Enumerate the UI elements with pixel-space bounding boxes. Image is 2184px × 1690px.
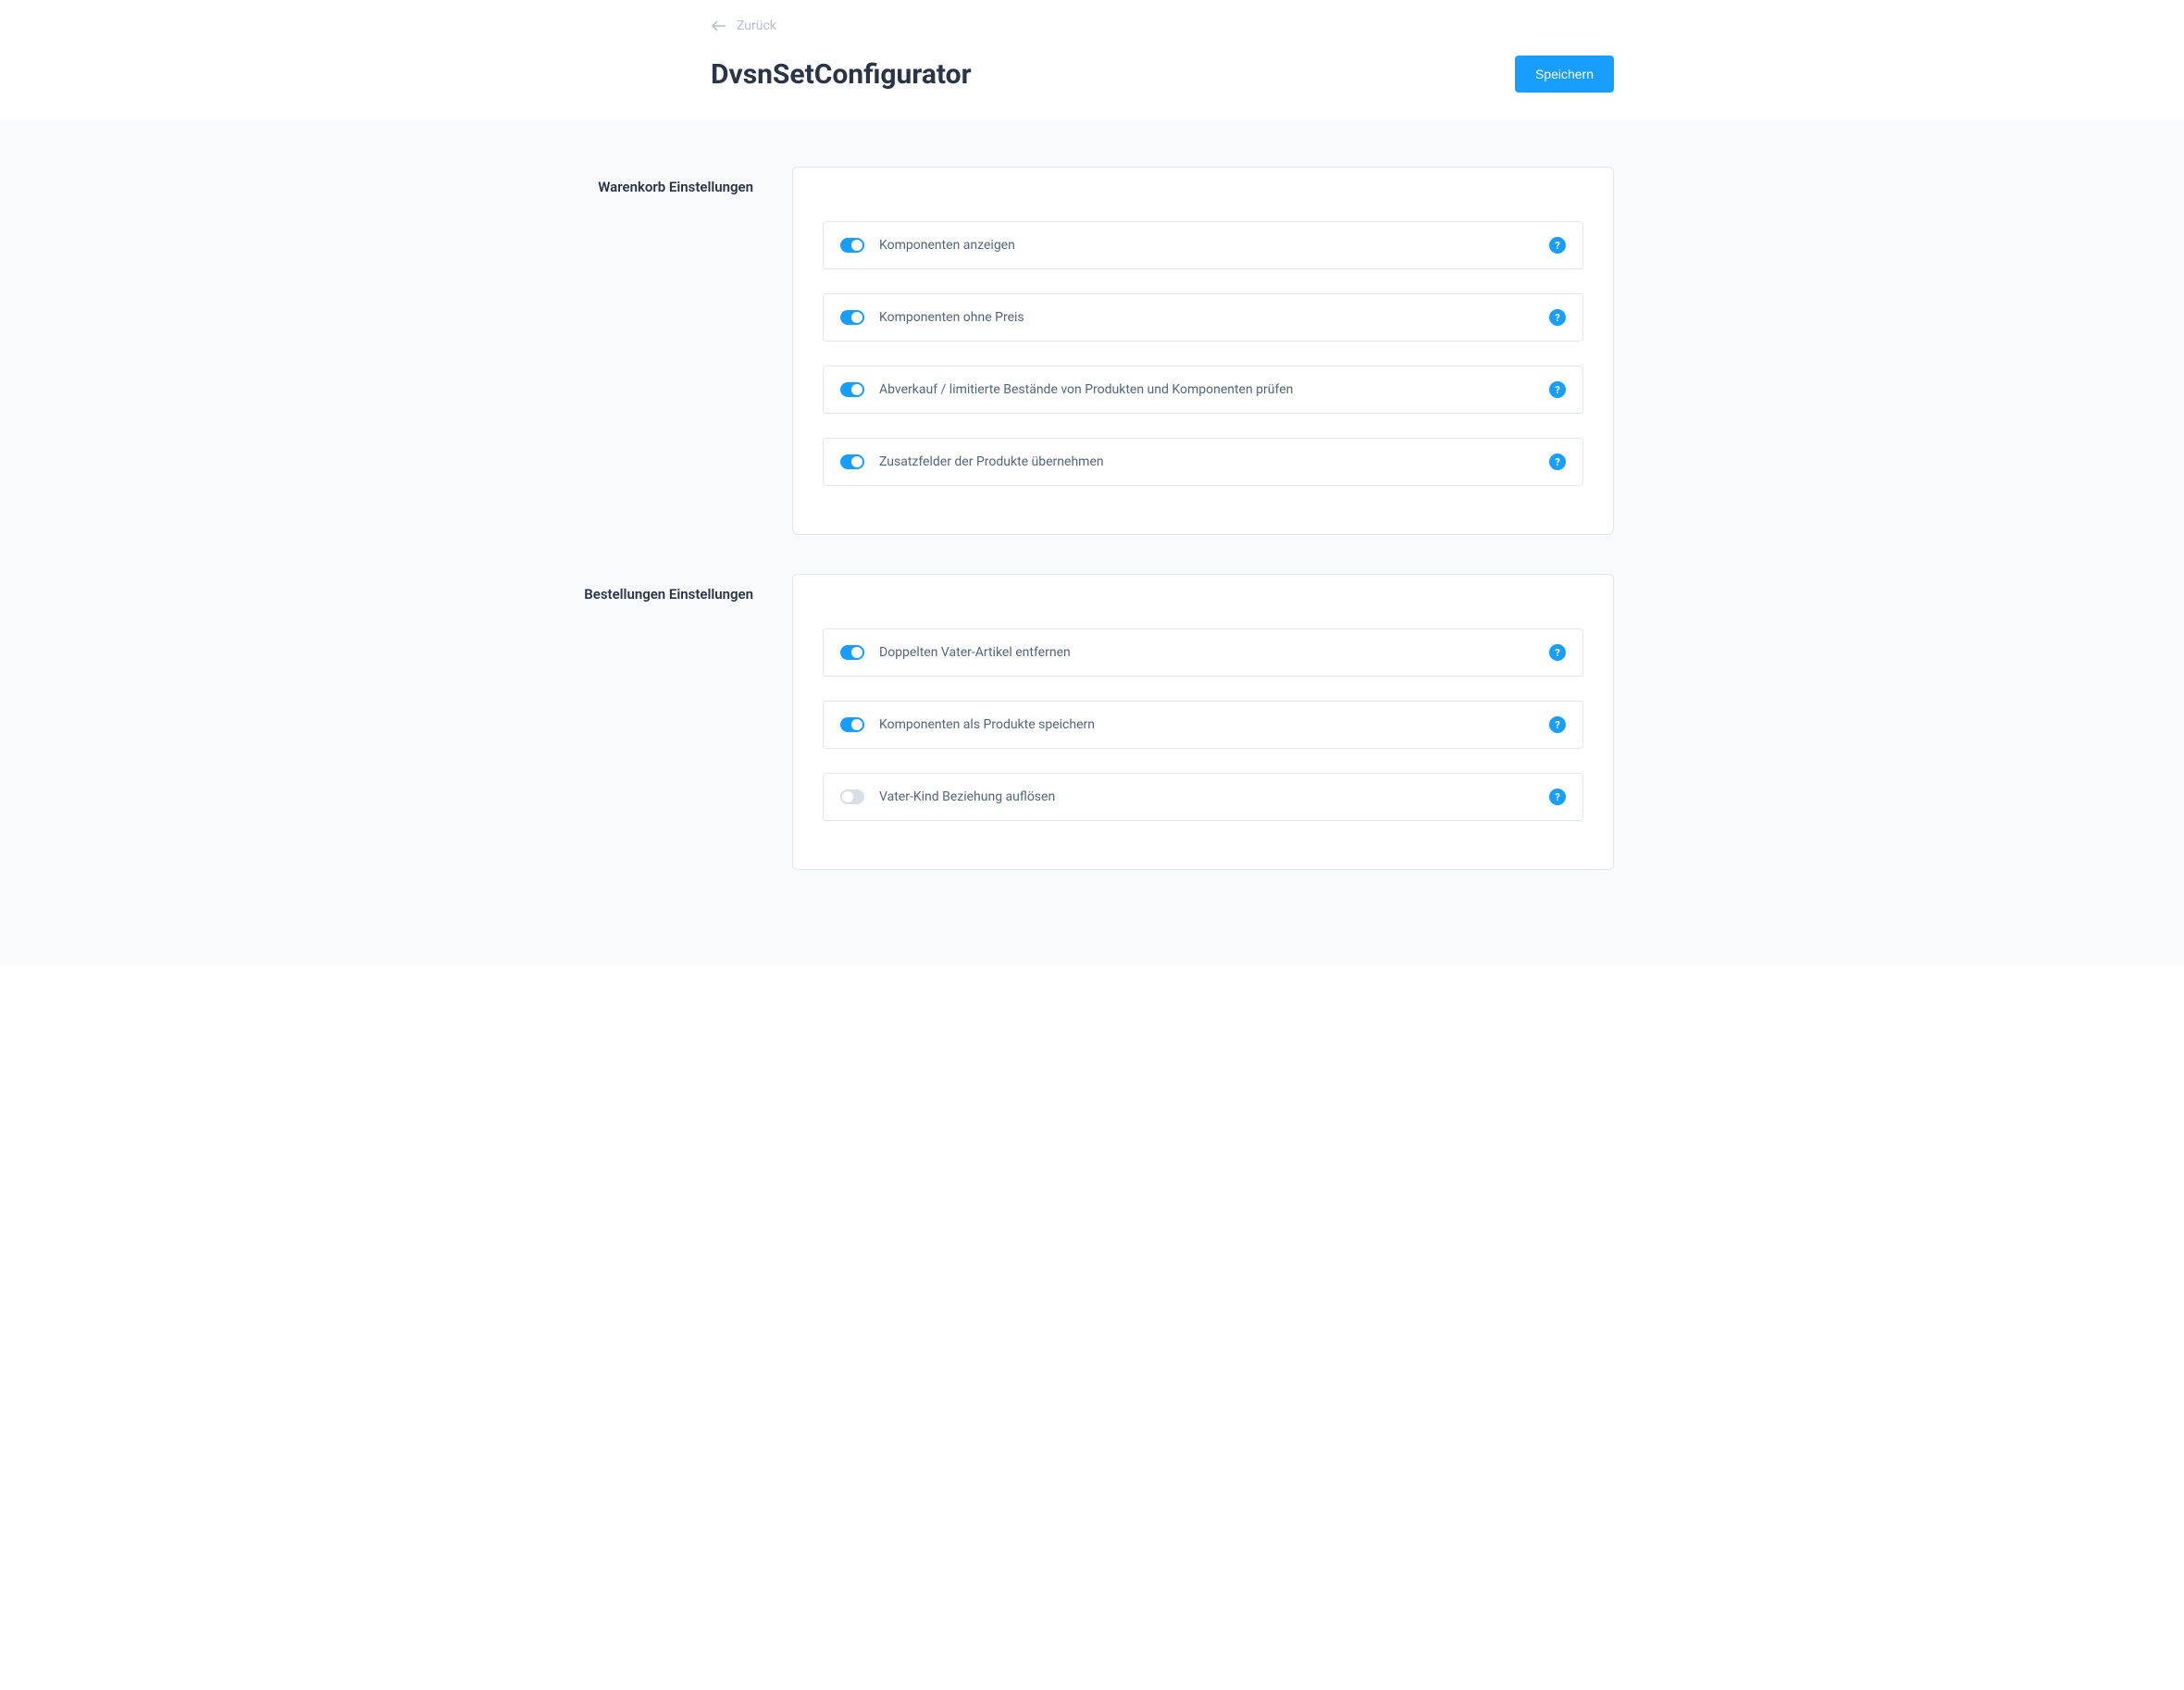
section-orders: Bestellungen Einstellungen Doppelten Vat… — [570, 574, 1614, 870]
setting-row: Doppelten Vater-Artikel entfernen ? — [823, 628, 1583, 677]
toggle-check-stock[interactable] — [840, 382, 864, 397]
help-icon[interactable]: ? — [1549, 454, 1566, 470]
page-title: DvsnSetConfigurator — [711, 58, 972, 91]
setting-label: Zusatzfelder der Produkte übernehmen — [879, 454, 1549, 469]
setting-label: Komponenten anzeigen — [879, 238, 1549, 253]
header: Zurück DvsnSetConfigurator Speichern — [0, 0, 2184, 120]
setting-label: Komponenten ohne Preis — [879, 310, 1549, 325]
toggle-save-components-as-products[interactable] — [840, 717, 864, 732]
toggle-components-no-price[interactable] — [840, 310, 864, 325]
setting-label: Vater-Kind Beziehung auflösen — [879, 789, 1549, 804]
setting-row: Abverkauf / limitierte Bestände von Prod… — [823, 366, 1583, 414]
help-icon[interactable]: ? — [1549, 789, 1566, 805]
save-button[interactable]: Speichern — [1515, 56, 1614, 93]
arrow-left-icon — [711, 20, 727, 31]
toggle-custom-fields[interactable] — [840, 454, 864, 469]
section-cart-card: Komponenten anzeigen ? Komponenten ohne … — [792, 167, 1614, 535]
content: Warenkorb Einstellungen Komponenten anze… — [0, 120, 2184, 964]
help-icon[interactable]: ? — [1549, 309, 1566, 326]
toggle-resolve-parent-child[interactable] — [840, 789, 864, 804]
setting-row: Zusatzfelder der Produkte übernehmen ? — [823, 438, 1583, 486]
section-cart: Warenkorb Einstellungen Komponenten anze… — [570, 167, 1614, 535]
section-orders-card: Doppelten Vater-Artikel entfernen ? Komp… — [792, 574, 1614, 870]
setting-row: Komponenten als Produkte speichern ? — [823, 701, 1583, 749]
setting-label: Komponenten als Produkte speichern — [879, 717, 1549, 732]
setting-row: Komponenten ohne Preis ? — [823, 293, 1583, 342]
help-icon[interactable]: ? — [1549, 237, 1566, 254]
section-cart-label: Warenkorb Einstellungen — [570, 167, 792, 198]
help-icon[interactable]: ? — [1549, 716, 1566, 733]
toggle-remove-duplicate-parent[interactable] — [840, 645, 864, 660]
setting-label: Abverkauf / limitierte Bestände von Prod… — [879, 382, 1549, 397]
toggle-show-components[interactable] — [840, 238, 864, 253]
setting-row: Vater-Kind Beziehung auflösen ? — [823, 773, 1583, 821]
setting-row: Komponenten anzeigen ? — [823, 221, 1583, 269]
back-label: Zurück — [737, 19, 776, 33]
help-icon[interactable]: ? — [1549, 644, 1566, 661]
setting-label: Doppelten Vater-Artikel entfernen — [879, 645, 1549, 660]
section-orders-label: Bestellungen Einstellungen — [570, 574, 792, 605]
back-link[interactable]: Zurück — [711, 19, 776, 33]
help-icon[interactable]: ? — [1549, 381, 1566, 398]
